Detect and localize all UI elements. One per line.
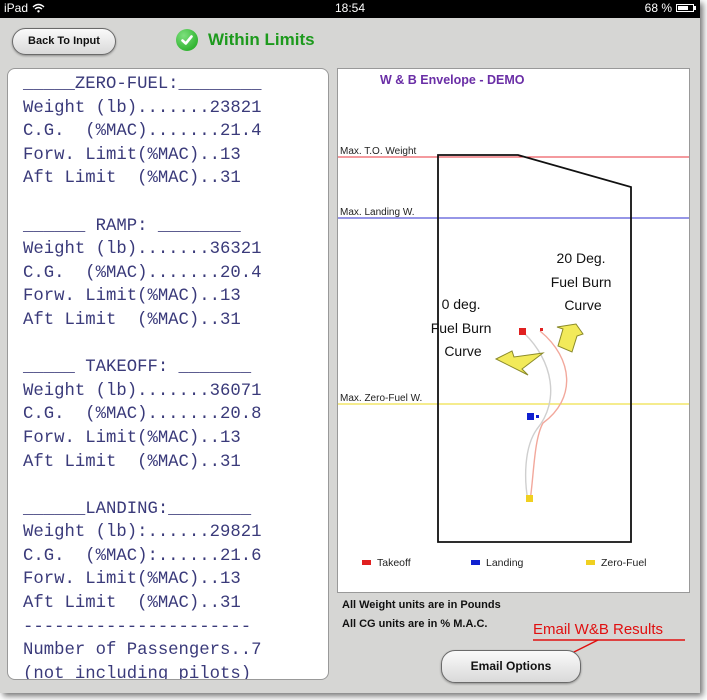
zero-fuel-point <box>526 495 533 502</box>
legend-landing-swatch <box>471 560 480 565</box>
cg-units-note: All CG units are in % M.A.C. <box>342 618 488 630</box>
report-line: Forw. Limit(%MAC)..13 <box>23 145 241 165</box>
report-line: Weight (lb).......36321 <box>23 240 262 260</box>
status-text: Within Limits <box>208 30 315 49</box>
report-line: ---------------------- <box>23 617 252 637</box>
clock: 18:54 <box>334 1 366 15</box>
report-line: (not including pilots) <box>23 664 252 680</box>
email-options-button[interactable]: Email Options <box>441 650 581 683</box>
annotation-20deg: 20 Deg. Fuel Burn Curve <box>551 250 616 313</box>
takeoff-point <box>519 328 526 335</box>
report-line: Number of Passengers..7 <box>23 641 262 661</box>
report-line: ______LANDING:________ <box>23 499 252 519</box>
report-line: Aft Limit (%MAC)..31 <box>23 452 241 472</box>
weight-units-note: All Weight units are in Pounds <box>342 599 501 611</box>
legend-takeoff-label: Takeoff <box>377 557 411 569</box>
report-line: Forw. Limit(%MAC)..13 <box>23 428 241 448</box>
report-line <box>23 474 262 498</box>
checkmark-icon <box>176 29 198 51</box>
battery-level <box>678 6 688 10</box>
report-line: _____ TAKEOFF: _______ <box>23 358 252 378</box>
annotation-0deg-line1: 0 deg. <box>442 296 481 312</box>
report-line: Forw. Limit(%MAC)..13 <box>23 287 241 307</box>
report-line: C.G. (%MAC).......20.4 <box>23 263 262 283</box>
report-line <box>23 191 262 215</box>
report-text: _____ZERO-FUEL:________ Weight (lb)......… <box>23 73 262 680</box>
chart-legend: Takeoff Landing Zero-Fuel <box>362 557 647 569</box>
arrow-20deg-icon <box>556 323 584 353</box>
battery-icon <box>676 4 696 12</box>
report-line: _____ZERO-FUEL:________ <box>23 75 262 94</box>
legend-landing-label: Landing <box>486 557 524 569</box>
battery-percent: 68 % <box>644 1 672 15</box>
report-line: Aft Limit (%MAC)..31 <box>23 310 241 330</box>
report-line: C.G. (%MAC):......21.6 <box>23 546 262 566</box>
status-bar: iPad 18:54 68 % <box>0 0 700 18</box>
takeoff-point-20deg <box>540 328 543 331</box>
annotation-20deg-line3: Curve <box>564 297 602 313</box>
report-line: Weight (lb).......23821 <box>23 98 262 118</box>
report-line: Weight (lb):......29821 <box>23 523 262 543</box>
report-line <box>23 333 262 357</box>
max-landing-weight-label: Max. Landing W. <box>340 207 414 218</box>
legend-takeoff-swatch <box>362 560 371 565</box>
report-line: C.G. (%MAC).......20.8 <box>23 405 262 425</box>
envelope-chart: W & B Envelope - DEMO Max. T.O. Weight M… <box>338 73 689 569</box>
annotation-20deg-line1: 20 Deg. <box>557 250 606 266</box>
chart-title: W & B Envelope - DEMO <box>380 73 525 87</box>
app-window: iPad 18:54 68 % Back To Input Within Lim… <box>0 0 700 693</box>
max-takeoff-weight-label: Max. T.O. Weight <box>340 146 417 157</box>
landing-point-20deg <box>536 415 539 418</box>
annotation-20deg-line2: Fuel Burn <box>551 274 612 290</box>
legend-zero-fuel-swatch <box>586 560 595 565</box>
limits-status: Within Limits <box>176 29 315 51</box>
annotation-0deg-line2: Fuel Burn <box>431 320 492 336</box>
status-right: 68 % <box>644 1 696 15</box>
results-report-panel[interactable]: _____ZERO-FUEL:________ Weight (lb)......… <box>7 68 329 680</box>
legend-zero-fuel-label: Zero-Fuel <box>601 557 647 569</box>
landing-point <box>527 413 534 420</box>
annotation-0deg: 0 deg. Fuel Burn Curve <box>431 296 496 359</box>
annotation-0deg-line3: Curve <box>444 343 482 359</box>
envelope-chart-panel: W & B Envelope - DEMO Max. T.O. Weight M… <box>337 68 690 593</box>
report-line: Forw. Limit(%MAC)..13 <box>23 570 241 590</box>
back-to-input-button[interactable]: Back To Input <box>12 28 116 55</box>
report-line: C.G. (%MAC).......21.4 <box>23 122 262 142</box>
report-line: Aft Limit (%MAC)..31 <box>23 594 241 614</box>
max-zero-fuel-weight-label: Max. Zero-Fuel W. <box>340 393 422 404</box>
report-line: Weight (lb).......36071 <box>23 381 262 401</box>
arrow-0deg-icon <box>494 350 545 376</box>
report-line: ______ RAMP: ________ <box>23 216 241 236</box>
report-line: Aft Limit (%MAC)..31 <box>23 169 241 189</box>
